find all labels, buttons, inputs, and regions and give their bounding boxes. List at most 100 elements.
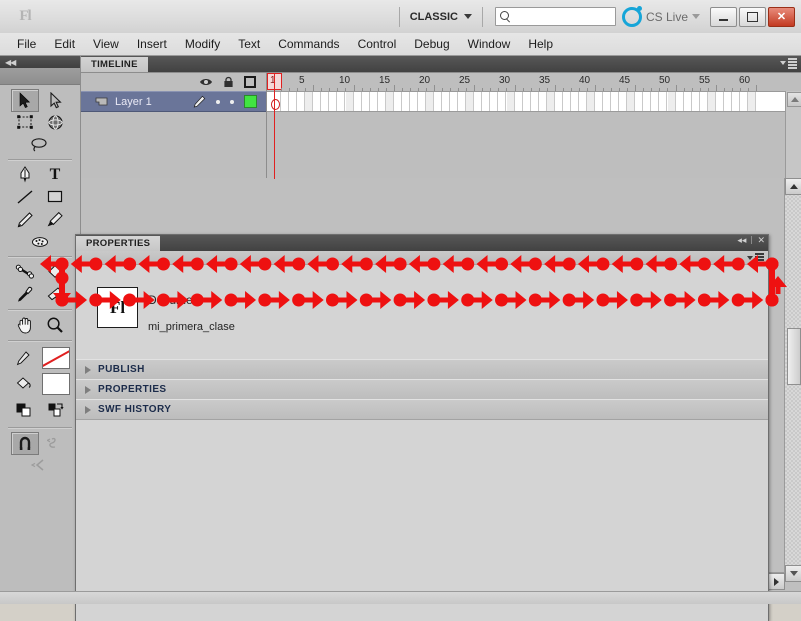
- fill-color-icon[interactable]: [10, 374, 36, 395]
- frame-cell[interactable]: [700, 92, 708, 111]
- hand-tool[interactable]: [12, 315, 38, 336]
- menu-text[interactable]: Text: [229, 35, 269, 53]
- bone-tool[interactable]: [12, 262, 38, 283]
- frame-cell[interactable]: [289, 92, 298, 111]
- frame-cell[interactable]: [676, 92, 684, 111]
- collapse-icon[interactable]: ◂◂: [737, 235, 746, 245]
- frame-cell[interactable]: [313, 92, 322, 111]
- frame-cell[interactable]: [740, 92, 748, 111]
- text-tool[interactable]: T: [42, 165, 68, 186]
- timeline-vertical-scrollbar[interactable]: [785, 91, 801, 179]
- frame-cell[interactable]: [385, 92, 394, 111]
- timeline-panel-menu-button[interactable]: [780, 58, 797, 69]
- line-tool[interactable]: [12, 187, 38, 208]
- frame-cell[interactable]: [394, 92, 402, 111]
- section-publish[interactable]: PUBLISH: [76, 359, 768, 380]
- brush-tool[interactable]: [42, 209, 68, 230]
- layer-visibility-dot[interactable]: [216, 99, 220, 104]
- frame-cell[interactable]: [434, 92, 443, 111]
- frame-cell[interactable]: [748, 92, 757, 111]
- scroll-right-button[interactable]: [768, 573, 785, 590]
- menu-view[interactable]: View: [84, 35, 128, 53]
- rectangle-tool[interactable]: [42, 187, 68, 208]
- menu-edit[interactable]: Edit: [45, 35, 84, 53]
- tab-properties[interactable]: PROPERTIES: [76, 236, 161, 251]
- menu-insert[interactable]: Insert: [128, 35, 176, 53]
- frame-cell[interactable]: [418, 92, 426, 111]
- frame-cell[interactable]: [603, 92, 612, 111]
- frame-cell[interactable]: [345, 92, 354, 111]
- playhead-knob[interactable]: [271, 99, 280, 110]
- frame-cell[interactable]: [490, 92, 499, 111]
- document-vertical-scrollbar[interactable]: [784, 178, 801, 582]
- lock-icon[interactable]: [223, 76, 234, 88]
- menu-control[interactable]: Control: [349, 35, 406, 53]
- frame-cell[interactable]: [354, 92, 362, 111]
- frame-cell[interactable]: [402, 92, 410, 111]
- frame-cell[interactable]: [337, 92, 346, 111]
- scroll-up-button[interactable]: [787, 92, 801, 107]
- 3d-rotation-tool[interactable]: [42, 112, 68, 133]
- layer-outline-color-swatch[interactable]: [244, 95, 257, 108]
- snap-to-objects-icon[interactable]: [11, 431, 39, 455]
- search-input[interactable]: [510, 10, 607, 23]
- frame-cell[interactable]: [555, 92, 563, 111]
- frame-cell[interactable]: [707, 92, 716, 111]
- frame-cell[interactable]: [667, 92, 676, 111]
- search-box[interactable]: [494, 7, 616, 26]
- black-and-white-icon[interactable]: [11, 400, 37, 421]
- frame-cell[interactable]: [482, 92, 491, 111]
- menu-modify[interactable]: Modify: [176, 35, 229, 53]
- frame-cell[interactable]: [587, 92, 596, 111]
- menu-commands[interactable]: Commands: [269, 35, 348, 53]
- pencil-icon[interactable]: [193, 95, 206, 108]
- frame-cell[interactable]: [546, 92, 555, 111]
- deco-tool[interactable]: [27, 231, 53, 252]
- frame-cell[interactable]: [305, 92, 314, 111]
- layer-row-layer-1[interactable]: Layer 1: [81, 91, 266, 112]
- frame-cell[interactable]: [595, 92, 604, 111]
- minimize-button[interactable]: [710, 6, 737, 27]
- eyedropper-tool[interactable]: [12, 284, 38, 305]
- frame-cell[interactable]: [523, 92, 531, 111]
- section-properties[interactable]: PROPERTIES: [76, 379, 768, 400]
- frame-cell[interactable]: [732, 92, 740, 111]
- lasso-tool[interactable]: [27, 134, 53, 155]
- pen-tool[interactable]: [12, 165, 38, 186]
- frame-cells-row[interactable]: [267, 92, 785, 112]
- menu-help[interactable]: Help: [519, 35, 562, 53]
- frame-cell[interactable]: [329, 92, 338, 111]
- frame-cell[interactable]: [297, 92, 306, 111]
- cs-live-chevron-down-icon[interactable]: [692, 14, 700, 19]
- paint-bucket-tool[interactable]: [42, 262, 68, 283]
- eraser-tool[interactable]: [42, 284, 68, 305]
- frame-cell[interactable]: [442, 92, 451, 111]
- frame-cell[interactable]: [426, 92, 435, 111]
- frame-cell[interactable]: [450, 92, 459, 111]
- frame-cell[interactable]: [410, 92, 418, 111]
- selection-tool[interactable]: [11, 88, 39, 112]
- smooth-option-icon[interactable]: [43, 433, 69, 454]
- frame-cell[interactable]: [321, 92, 330, 111]
- frame-cell[interactable]: [515, 92, 523, 111]
- swap-colors-icon[interactable]: [43, 400, 69, 421]
- scroll-up-button[interactable]: [785, 178, 801, 195]
- close-button[interactable]: ✕: [768, 6, 795, 27]
- vertical-scroll-thumb[interactable]: [787, 328, 801, 385]
- frame-cell[interactable]: [684, 92, 692, 111]
- frame-cell[interactable]: [378, 92, 386, 111]
- menu-window[interactable]: Window: [459, 35, 520, 53]
- frame-cell[interactable]: [370, 92, 378, 111]
- frame-cell[interactable]: [635, 92, 644, 111]
- outline-square-icon[interactable]: [244, 76, 256, 88]
- frame-cell[interactable]: [474, 92, 483, 111]
- stroke-color-swatch[interactable]: [42, 347, 70, 369]
- frame-cell[interactable]: [724, 92, 732, 111]
- frame-cell[interactable]: [651, 92, 660, 111]
- frame-cell[interactable]: [579, 92, 587, 111]
- frame-cell[interactable]: [611, 92, 620, 111]
- zoom-tool[interactable]: [42, 315, 68, 336]
- menu-file[interactable]: File: [8, 35, 45, 53]
- frame-ruler[interactable]: 1 5 10 15 20 25 30 35 40 45 50 55 60: [267, 73, 785, 92]
- frame-cell[interactable]: [643, 92, 652, 111]
